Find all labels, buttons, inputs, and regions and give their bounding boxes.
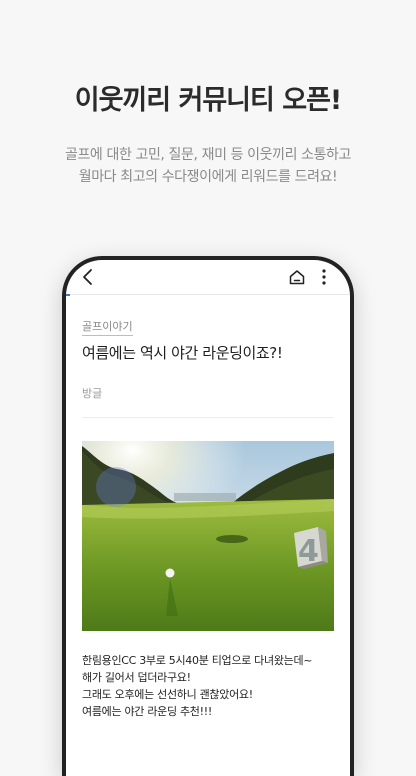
chevron-left-icon[interactable] (80, 268, 98, 286)
hero-title: 이웃끼리 커뮤니티 오픈! (74, 85, 343, 116)
home-icon[interactable] (288, 268, 306, 286)
tee-marker-number: 4 (298, 534, 319, 569)
golf-course-illustration: 4 (82, 441, 334, 631)
hero-subtitle: 골프에 대한 고민, 질문, 재미 등 이웃끼리 소통하고 월마다 최고의 수다… (0, 144, 416, 188)
post-body: 한림용인CC 3부로 5시40분 티업으로 다녀왔는데~ 해가 길어서 덥더라구… (82, 652, 342, 720)
hero-subtitle-line-1: 골프에 대한 고민, 질문, 재미 등 이웃끼리 소통하고 (64, 147, 352, 163)
golf-course-photo[interactable]: 4 (82, 441, 334, 631)
scroll-progress (66, 294, 70, 296)
more-vertical-icon[interactable] (318, 267, 330, 287)
post-author[interactable]: 방글 (82, 385, 102, 401)
hero-subtitle-line-2: 월마다 최고의 수다쟁이에게 리워드를 드려요! (78, 169, 338, 185)
post-category[interactable]: 골프이야기 (82, 318, 133, 336)
app-bar (66, 260, 350, 295)
divider (82, 417, 334, 418)
phone-mockup: 골프이야기 여름에는 역시 야간 라운딩이죠?! 방글 4 한림용인CC 3부로… (62, 256, 354, 776)
post-title: 여름에는 역시 야간 라운딩이죠?! (82, 344, 283, 362)
post-body-line: 한림용인CC 3부로 5시40분 티업으로 다녀왔는데~ (82, 654, 313, 667)
post-body-line: 여름에는 야간 라운딩 추천!!! (82, 705, 212, 718)
phone-screen: 골프이야기 여름에는 역시 야간 라운딩이죠?! 방글 4 한림용인CC 3부로… (66, 260, 350, 776)
post-body-line: 그래도 오후에는 선선하니 괜찮았어요! (82, 688, 253, 701)
post-body-line: 해가 길어서 덥더라구요! (82, 671, 191, 684)
tee-marker: 4 (294, 527, 328, 569)
